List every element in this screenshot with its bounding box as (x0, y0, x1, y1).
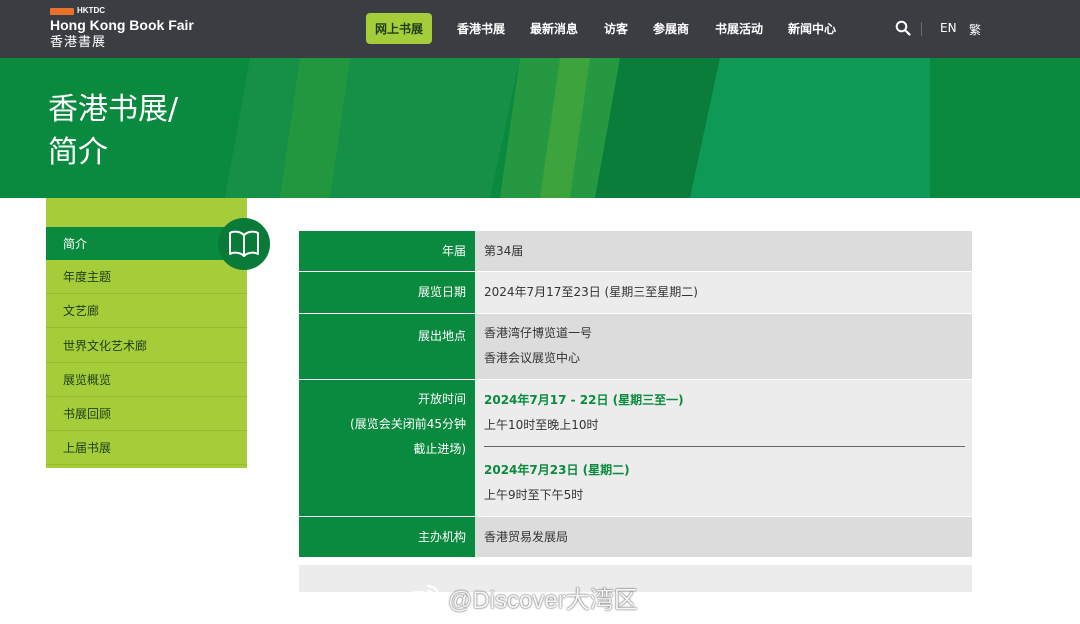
row-label-venue: 展出地点 (299, 314, 475, 379)
page-title: 香港书展/ 简介 (48, 92, 179, 170)
sidebar-item-review[interactable]: 书展回顾 (46, 397, 247, 431)
period1-hours: 上午10时至晚上10时 (484, 418, 599, 432)
watermark: @Discover大湾区 (402, 580, 638, 615)
table-row: 主办机构 香港贸易发展局 (299, 517, 972, 557)
sidebar-item-world-culture[interactable]: 世界文化艺术廊 (46, 329, 247, 363)
period1-dates: 2024年7月17 - 22日 (星期三至一) (484, 393, 684, 407)
sidebar-item-intro[interactable]: 简介 (46, 227, 247, 260)
row-label-organiser: 主办机构 (299, 517, 475, 557)
hours-divider (484, 446, 965, 447)
sidebar-nav: 简介 年度主题 文艺廊 世界文化艺术廊 展览概览 书展回顾 上届书展 (46, 198, 247, 468)
nav-online-bookfair-button[interactable]: 网上书展 (366, 13, 432, 44)
nav-item-hk-book-fair[interactable]: 香港书展 (457, 20, 505, 37)
table-row: 展出地点 香港湾仔博览道一号 香港会议展览中心 (299, 314, 972, 380)
sidebar-item-overview[interactable]: 展览概览 (46, 363, 247, 397)
logo-org: HKTDC (77, 6, 105, 15)
header-divider (921, 22, 922, 36)
nav-item-exhibitors[interactable]: 参展商 (653, 20, 689, 37)
table-row: 年届 第34届 (299, 231, 972, 272)
watermark-text: @Discover大湾区 (448, 587, 638, 614)
lang-en-link[interactable]: EN (940, 21, 957, 35)
site-logo[interactable]: HKTDC Hong Kong Book Fair 香港書展 (50, 6, 194, 51)
nav-item-press-centre[interactable]: 新闻中心 (788, 20, 836, 37)
nav-item-visitors[interactable]: 访客 (604, 20, 628, 37)
nav-item-events[interactable]: 书展活动 (715, 20, 763, 37)
page-banner: 香港书展/ 简介 (0, 58, 1080, 198)
lang-tc-link[interactable]: 繁 (969, 21, 981, 38)
row-value-opening-hours: 2024年7月17 - 22日 (星期三至一) 上午10时至晚上10时 2024… (475, 380, 972, 516)
venue-address: 香港湾仔博览道一号 (484, 326, 593, 340)
weibo-icon (403, 584, 440, 613)
row-label-edition: 年届 (299, 231, 475, 271)
logo-name-en: Hong Kong Book Fair (50, 17, 194, 33)
search-icon[interactable] (895, 20, 911, 36)
row-value-edition: 第34届 (475, 231, 972, 271)
row-value-organiser: 香港贸易发展局 (475, 517, 972, 557)
top-header: HKTDC Hong Kong Book Fair 香港書展 网上书展 香港书展… (0, 0, 1080, 58)
row-label-opening-hours: 开放时间 (展览会关闭前45分钟 截止进场) (299, 380, 475, 516)
sidebar-item-literary-corridor[interactable]: 文艺廊 (46, 294, 247, 328)
logo-name-zh: 香港書展 (50, 35, 107, 50)
row-label-dates: 展览日期 (299, 272, 475, 313)
table-row: 展览日期 2024年7月17至23日 (星期三至星期二) (299, 272, 972, 314)
nav-item-latest-news[interactable]: 最新消息 (530, 20, 578, 37)
period2-dates: 2024年7月23日 (星期二) (484, 463, 630, 477)
hktdc-logo-mark (50, 7, 74, 15)
sidebar-item-previous-fair[interactable]: 上届书展 (46, 431, 247, 465)
open-book-icon (218, 218, 270, 270)
row-value-venue: 香港湾仔博览道一号 香港会议展览中心 (475, 314, 972, 379)
row-value-dates: 2024年7月17至23日 (星期三至星期二) (475, 272, 972, 313)
period2-hours: 上午9时至下午5时 (484, 488, 584, 502)
sidebar-item-annual-theme[interactable]: 年度主题 (46, 260, 247, 294)
venue-name: 香港会议展览中心 (484, 351, 581, 365)
table-row: 开放时间 (展览会关闭前45分钟 截止进场) 2024年7月17 - 22日 (… (299, 380, 972, 517)
